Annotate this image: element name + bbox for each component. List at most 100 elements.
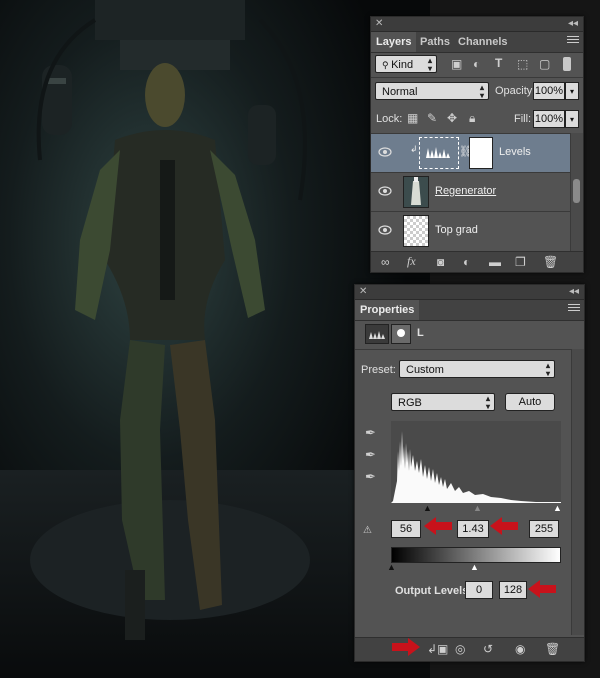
preset-label: Preset: [361,364,396,376]
levels-adjustment-thumbnail[interactable] [419,137,459,169]
output-black-field[interactable]: 0 [465,581,493,599]
input-gamma-field[interactable]: 1.43 [457,520,489,538]
properties-panel-titlebar: ✕ ◂◂ [355,285,584,300]
regenerator-thumbnail[interactable] [403,176,429,208]
properties-footer: ↲▣ ◎ ↺ ◉ 🗑︎ [355,637,584,661]
input-black-field[interactable]: 56 [391,520,421,538]
layers-scrollbar[interactable] [570,133,583,251]
collapse-icon[interactable]: ◂◂ [568,17,578,31]
panel-menu-icon[interactable] [568,304,580,314]
white-output-slider-handle[interactable]: ▲ [470,562,479,572]
fx-icon[interactable]: fx [407,255,416,267]
adjustment-icon[interactable]: ◐ [463,256,470,268]
layer-row-levels[interactable]: ↲ ⛓ Levels [371,133,570,172]
tab-properties[interactable]: Properties [355,300,420,320]
output-gradient-bar [391,547,561,563]
channel-dropdown[interactable]: RGB ▴ ▾ [391,393,495,411]
annotation-arrow-black-input [424,517,452,535]
layer-list: ↲ ⛓ Levels Regenerator Top grad [371,133,583,251]
layers-tab-bar: Layers Paths Channels [371,32,583,53]
lock-position-icon[interactable]: ✥ [447,112,457,124]
clipping-arrow-icon: ↲ [410,144,418,154]
group-folder-icon[interactable]: ▬ [489,256,501,268]
mask-properties-icon[interactable] [391,324,411,344]
gray-point-eyedropper-icon[interactable]: ✒ [365,448,376,461]
fill-field[interactable]: 100% [533,110,565,128]
panel-menu-icon[interactable] [567,36,579,46]
visibility-eye-icon[interactable] [378,225,392,235]
close-icon[interactable]: ✕ [359,285,367,299]
blend-mode-value: Normal [382,86,418,98]
layer-name[interactable]: Regenerator [435,185,496,197]
properties-scrollbar[interactable] [571,349,584,635]
view-previous-icon[interactable]: ◎ [455,643,465,655]
tab-layers[interactable]: Layers [371,32,417,52]
tab-paths[interactable]: Paths [415,32,455,52]
fill-label: Fill: [514,113,532,125]
input-white-field[interactable]: 255 [529,520,559,538]
lock-all-icon[interactable]: 🔒︎ [469,112,475,124]
properties-tab-bar: Properties [355,300,584,321]
filter-kind-dropdown[interactable]: ⚲ Kind ▴ ▾ [375,55,437,73]
transparent-thumbnail[interactable] [403,215,429,247]
mask-icon[interactable]: ◙ [437,256,444,268]
filter-shape-icon[interactable]: ⬚ [517,58,528,70]
white-input-slider-handle[interactable]: ▲ [553,503,562,513]
visibility-eye-icon[interactable] [378,186,392,196]
new-layer-icon[interactable]: ❐ [515,256,526,268]
properties-header-label: L [417,327,424,339]
close-icon[interactable]: ✕ [375,17,383,31]
layer-mask-thumbnail[interactable] [469,137,493,169]
filter-toggle[interactable] [563,57,571,71]
annotation-arrow-gamma [490,517,518,535]
layer-row-top-grad[interactable]: Top grad [371,211,570,250]
gamma-slider-handle[interactable]: ▲ [473,503,482,513]
layers-footer: ∞ fx ◙ ◐ ▬ ❐ 🗑︎ [371,251,583,272]
lock-image-icon[interactable]: ✎ [427,112,437,124]
reset-icon[interactable]: ↺ [483,643,493,655]
filter-type-icon[interactable]: T [495,57,502,69]
black-input-slider-handle[interactable]: ▲ [423,503,432,513]
filter-adjustment-icon[interactable]: ◐ [473,58,480,70]
levels-icon[interactable] [365,324,389,344]
blend-mode-dropdown[interactable]: Normal ▴ ▾ [375,82,489,100]
opacity-dropdown-arrow[interactable]: ▾ [565,82,579,100]
trash-icon[interactable]: 🗑︎ [543,256,558,268]
output-white-field[interactable]: 128 [499,581,527,599]
collapse-icon[interactable]: ◂◂ [569,285,579,299]
visibility-eye-icon[interactable] [378,147,392,157]
opacity-field[interactable]: 100% [533,82,565,100]
output-levels-label: Output Levels: [395,585,473,597]
output-levels-slider[interactable]: ▲ ▲ [387,562,561,572]
trash-icon[interactable]: 🗑︎ [545,643,560,655]
layer-name[interactable]: Levels [499,146,531,158]
layer-name[interactable]: Top grad [435,224,478,236]
layers-scroll-thumb[interactable] [573,179,580,203]
layer-row-regenerator[interactable]: Regenerator [371,172,570,211]
auto-button[interactable]: Auto [505,393,555,411]
clipping-warning-icon[interactable]: ⚠ [363,525,372,537]
histogram [391,421,561,503]
visibility-eye-icon[interactable]: ◉ [515,643,525,655]
opacity-label: Opacity: [495,85,536,97]
white-point-eyedropper-icon[interactable]: ✒ [365,470,376,483]
lock-transparent-icon[interactable]: ▦ [407,112,418,124]
link-icon[interactable]: ∞ [381,256,390,268]
filter-smart-object-icon[interactable]: ▢ [539,58,550,70]
black-point-eyedropper-icon[interactable]: ✒ [365,426,376,439]
filter-pixel-icon[interactable]: ▣ [451,58,462,70]
clip-to-layer-icon[interactable]: ↲▣ [427,643,448,655]
preset-dropdown[interactable]: Custom ▴ ▾ [399,360,555,378]
fill-dropdown-arrow[interactable]: ▾ [565,110,579,128]
input-levels-slider[interactable]: ▲ ▲ ▲ [391,503,562,513]
layers-panel-titlebar: ✕ ◂◂ [371,17,583,32]
lock-label: Lock: [376,113,403,125]
channel-value: RGB [398,397,422,409]
annotation-arrow-output-white [528,580,556,598]
preset-value: Custom [406,364,444,376]
layers-panel: ✕ ◂◂ Layers Paths Channels ⚲ Kind ▴ ▾ ▣ ◐… [370,16,584,273]
tab-channels[interactable]: Channels [453,32,513,52]
filter-kind-value: Kind [391,59,414,71]
properties-panel: ✕ ◂◂ Properties L Preset: Custom ▴ ▾ RGB … [354,284,585,662]
black-output-slider-handle[interactable]: ▲ [387,562,396,572]
